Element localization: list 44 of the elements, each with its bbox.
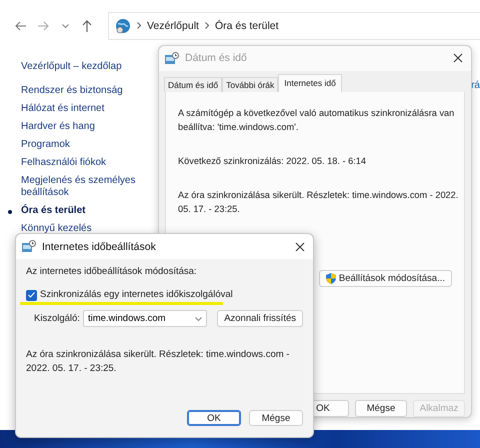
info-text: A számítógép a következővel való automatikus szinkronizálásra van beállítva: 'time.windows.com'. (178, 106, 456, 134)
close-icon[interactable] (453, 53, 463, 64)
sidebar-link[interactable]: Hardver és hang (21, 118, 151, 136)
dialog-button[interactable]: Mégse (355, 400, 407, 417)
window-title: Internetes időbeállítások (42, 240, 157, 252)
dialog-button[interactable]: Mégse (249, 410, 303, 426)
chevron-right-icon (137, 22, 141, 29)
sidebar-link[interactable]: Programok (21, 136, 151, 154)
chevron-right-icon (204, 22, 209, 29)
chevron-down-icon (195, 316, 202, 320)
chevron-down-icon[interactable] (62, 24, 68, 28)
update-now-button[interactable]: Azonnali frissítés (217, 310, 303, 327)
checkbox[interactable] (26, 290, 37, 300)
sidebar-link[interactable]: Rendszer és biztonság (21, 82, 151, 100)
bullet-icon (8, 210, 12, 214)
breadcrumb[interactable]: Óra és terület (214, 20, 279, 32)
info-text: Következő szinkronizálás: 2022. 05. 18. - 6:14 (178, 154, 367, 168)
server-dropdown[interactable]: time.windows.com (82, 310, 208, 327)
field-label: Kiszolgáló: (34, 312, 80, 326)
window-icon (22, 240, 36, 253)
change-settings-button[interactable]: Beállítások módosítása... (318, 270, 452, 286)
tab[interactable]: Internetes idő (278, 74, 342, 92)
sidebar-link[interactable]: Megjelenés és személyes beállítások (21, 172, 151, 202)
close-icon[interactable] (295, 242, 305, 252)
up-arrow-icon[interactable] (82, 20, 92, 32)
link-text[interactable]: rá (471, 80, 480, 91)
window-icon (165, 52, 179, 65)
checkbox-label[interactable]: Szinkronizálás egy internetes időkiszolgálóval (40, 288, 233, 302)
window-title: Dátum és idő (185, 52, 248, 64)
globe-icon (115, 18, 131, 34)
tab[interactable]: További órák (222, 76, 278, 92)
shield-icon (326, 272, 336, 284)
address-bar[interactable]: Vezérlőpult Óra és terület (108, 12, 480, 40)
sidebar-link[interactable]: Vezérlőpult – kezdőlap (21, 58, 151, 76)
back-arrow-icon[interactable] (15, 21, 27, 31)
breadcrumb[interactable]: Vezérlőpult (147, 20, 199, 32)
info-text: Az óra szinkronizálása sikerült. Részletek: time.windows.com - 2022. 05. 17. - 23:25. (178, 188, 460, 216)
sidebar-link[interactable]: Óra és terület (21, 202, 151, 220)
dialog-button[interactable]: OK (187, 410, 241, 426)
status-text: Az óra szinkronizálása sikerült. Részletek: time.windows.com - 2022. 05. 17. - 23:25. (26, 348, 290, 376)
sidebar-link[interactable]: Hálózat és internet (21, 100, 151, 118)
tab[interactable]: Dátum és idő (164, 76, 222, 92)
intro-text: Az internetes időbeállítások módosítása: (26, 265, 198, 279)
sidebar-link[interactable]: Felhasználói fiókok (21, 154, 151, 172)
